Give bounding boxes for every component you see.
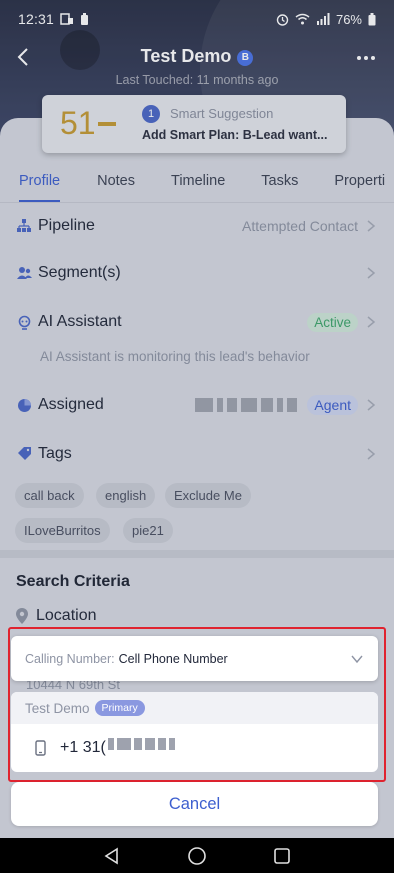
nav-back-icon[interactable]: [103, 847, 121, 865]
highlight-box: [8, 627, 386, 782]
cancel-button[interactable]: Cancel: [11, 782, 378, 826]
android-nav-bar: [0, 838, 394, 873]
nav-recents-icon[interactable]: [273, 847, 291, 865]
app-screen: 12:31 76% Test Demo B Last Touched: 11 mo…: [0, 0, 394, 873]
nav-home-icon[interactable]: [187, 846, 207, 866]
